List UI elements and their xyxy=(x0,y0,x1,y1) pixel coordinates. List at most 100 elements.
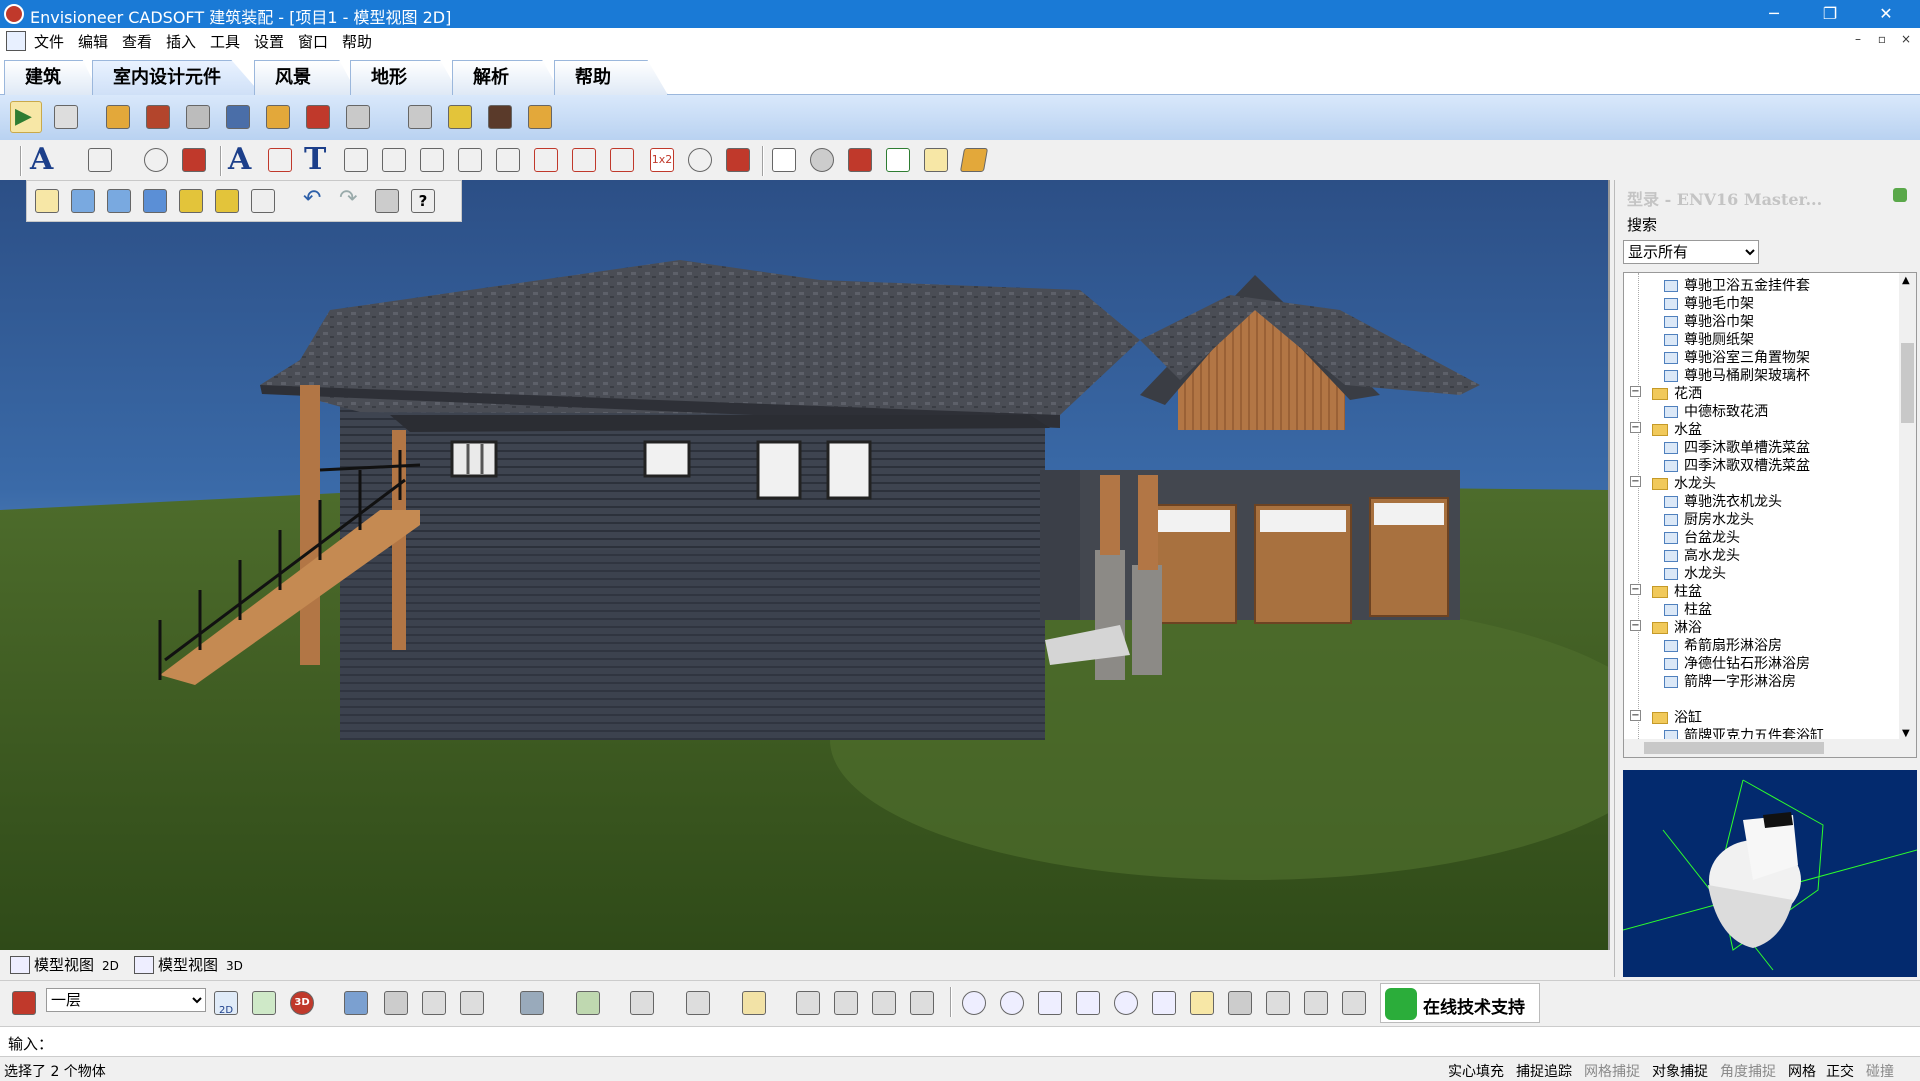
menu-tools[interactable]: 工具 xyxy=(210,31,240,52)
tree-folder[interactable]: − 花洒 xyxy=(1630,383,1702,402)
layout-button[interactable] xyxy=(247,185,279,217)
menu-file[interactable]: 文件 xyxy=(34,31,64,52)
decor-button[interactable] xyxy=(342,101,374,133)
tree-folder[interactable]: − 浴缸 xyxy=(1630,707,1702,726)
catalog-tree[interactable]: 尊驰卫浴五金挂件套 尊驰毛巾架 尊驰浴巾架 尊驰厕纸架 尊驰浴室三角置物架 尊驰马桶刷架玻… xyxy=(1623,272,1917,758)
tab-terrain[interactable]: 地形 xyxy=(350,60,460,95)
text-icon[interactable]: A xyxy=(228,142,251,177)
tree-item[interactable]: 尊驰浴室三角置物架 xyxy=(1664,347,1810,366)
tree-item[interactable]: 尊驰洗衣机龙头 xyxy=(1664,491,1782,510)
fireplace-button[interactable] xyxy=(484,101,516,133)
toggle-ortho[interactable]: 正交 xyxy=(1826,1061,1854,1081)
lighting-view-button[interactable] xyxy=(626,987,658,1019)
stair-button[interactable] xyxy=(142,101,174,133)
dim-angle-button[interactable] xyxy=(454,144,486,176)
dim-linear-button[interactable] xyxy=(416,144,448,176)
print-button[interactable] xyxy=(371,185,403,217)
close-button[interactable]: ✕ xyxy=(1858,0,1914,28)
redo-button[interactable]: ↷ xyxy=(335,185,367,217)
dim-arc-button[interactable] xyxy=(492,144,524,176)
house-view-button[interactable] xyxy=(418,987,450,1019)
save-button[interactable] xyxy=(175,185,207,217)
view-3d-button[interactable]: 3D xyxy=(286,987,318,1019)
tree-folder[interactable]: − 水盆 xyxy=(1630,419,1702,438)
tab-building[interactable]: 建筑 xyxy=(4,60,100,95)
tab-analysis[interactable]: 解析 xyxy=(452,60,562,95)
walkthrough-button[interactable] xyxy=(380,987,412,1019)
menu-settings[interactable]: 设置 xyxy=(254,31,284,52)
appliance-button[interactable] xyxy=(182,101,214,133)
minimize-button[interactable]: ─ xyxy=(1746,0,1802,28)
building-settings-button[interactable] xyxy=(844,144,876,176)
toggle-collision[interactable]: 碰撞 xyxy=(1866,1061,1894,1081)
fly-button[interactable] xyxy=(1300,987,1332,1019)
room-label-button[interactable] xyxy=(140,144,172,176)
panorama-button[interactable] xyxy=(830,987,862,1019)
tree-collapse-toggle[interactable]: − xyxy=(1630,386,1641,397)
electronics-button[interactable] xyxy=(222,101,254,133)
tree-collapse-toggle[interactable]: − xyxy=(1630,476,1641,487)
tree-vertical-scrollbar[interactable]: ▲ ▼ xyxy=(1899,273,1916,741)
level-manager-button[interactable] xyxy=(8,987,40,1019)
catalog-filter-select[interactable]: 显示所有 xyxy=(1623,240,1759,264)
snap-grid[interactable]: 网格捕捉 xyxy=(1584,1061,1640,1081)
tree-item[interactable]: 尊驰卫浴五金挂件套 xyxy=(1664,275,1810,294)
tree-item[interactable]: 台盆龙头 xyxy=(1664,527,1740,546)
model-viewport-3d[interactable] xyxy=(0,180,1610,950)
folder-button[interactable] xyxy=(139,185,171,217)
furniture-button[interactable] xyxy=(262,101,294,133)
tree-item[interactable]: 尊驰厕纸架 xyxy=(1664,329,1754,348)
tab-help[interactable]: 帮助 xyxy=(554,60,668,95)
dim-chain-button[interactable] xyxy=(530,144,562,176)
model-home-button[interactable] xyxy=(868,987,900,1019)
tree-item[interactable]: 厨房水龙头 xyxy=(1664,509,1754,528)
layers-button[interactable] xyxy=(958,144,990,176)
grid-settings-button[interactable] xyxy=(920,144,952,176)
snap-solid-fill[interactable]: 实心填充 xyxy=(1448,1061,1504,1081)
reset-view-button[interactable] xyxy=(1338,987,1370,1019)
restore-button[interactable]: ❐ xyxy=(1802,0,1858,28)
view-2d-alt-button[interactable] xyxy=(248,987,280,1019)
zoom-in-button[interactable] xyxy=(958,987,990,1019)
fence-view-button[interactable] xyxy=(682,987,714,1019)
plan-view-2d-button[interactable]: 2D xyxy=(210,987,242,1019)
mdi-restore-button[interactable]: ▫ xyxy=(1872,32,1892,46)
dimension-button[interactable] xyxy=(84,144,116,176)
text-edit-button[interactable] xyxy=(264,144,296,176)
tab-model-view-2d[interactable]: 模型视图 2D xyxy=(6,954,119,978)
tree-item[interactable]: 箭牌一字形淋浴房 xyxy=(1664,671,1796,690)
tree-item[interactable]: 尊驰马桶刷架玻璃杯 xyxy=(1664,365,1810,384)
undo-button[interactable]: ↶ xyxy=(299,185,331,217)
tree-item[interactable]: 四季沐歌双槽洗菜盆 xyxy=(1664,455,1810,474)
zoom-window-button[interactable] xyxy=(1034,987,1066,1019)
zoom-search-button[interactable] xyxy=(1110,987,1142,1019)
select-tool-button[interactable]: ▶ xyxy=(10,101,42,133)
help-button[interactable]: ? xyxy=(407,185,439,217)
snap-angle[interactable]: 角度捕捉 xyxy=(1720,1061,1776,1081)
hvac-button[interactable] xyxy=(524,101,556,133)
dim-scale-button[interactable]: 1x2 xyxy=(646,144,678,176)
orbit-button[interactable] xyxy=(1262,987,1294,1019)
menu-window[interactable]: 窗口 xyxy=(298,31,328,52)
box-view-button[interactable] xyxy=(738,987,770,1019)
tree-item[interactable]: 高水龙头 xyxy=(1664,545,1740,564)
dim-overall-button[interactable] xyxy=(568,144,600,176)
tree-item[interactable]: 尊驰毛巾架 xyxy=(1664,293,1754,312)
tree-item[interactable]: 四季沐歌单槽洗菜盆 xyxy=(1664,437,1810,456)
mdi-minimize-button[interactable]: – xyxy=(1848,32,1868,46)
menu-edit[interactable]: 编辑 xyxy=(78,31,108,52)
snap-settings-button[interactable] xyxy=(882,144,914,176)
eyedropper-button[interactable] xyxy=(50,101,82,133)
tree-item[interactable]: 水龙头 xyxy=(1664,563,1726,582)
tree-item[interactable]: 中德标致花洒 xyxy=(1664,401,1768,420)
mdi-close-button[interactable]: × xyxy=(1896,32,1916,46)
properties-list-button[interactable] xyxy=(768,144,800,176)
dim-auto-button[interactable] xyxy=(606,144,638,176)
walk-button[interactable] xyxy=(1224,987,1256,1019)
menu-help[interactable]: 帮助 xyxy=(342,31,372,52)
tree-collapse-toggle[interactable]: − xyxy=(1630,620,1641,631)
exterior-view-button[interactable] xyxy=(456,987,488,1019)
document-icon[interactable] xyxy=(6,31,26,51)
tree-item[interactable]: 柱盆 xyxy=(1664,599,1712,618)
dim-center-button[interactable] xyxy=(378,144,410,176)
